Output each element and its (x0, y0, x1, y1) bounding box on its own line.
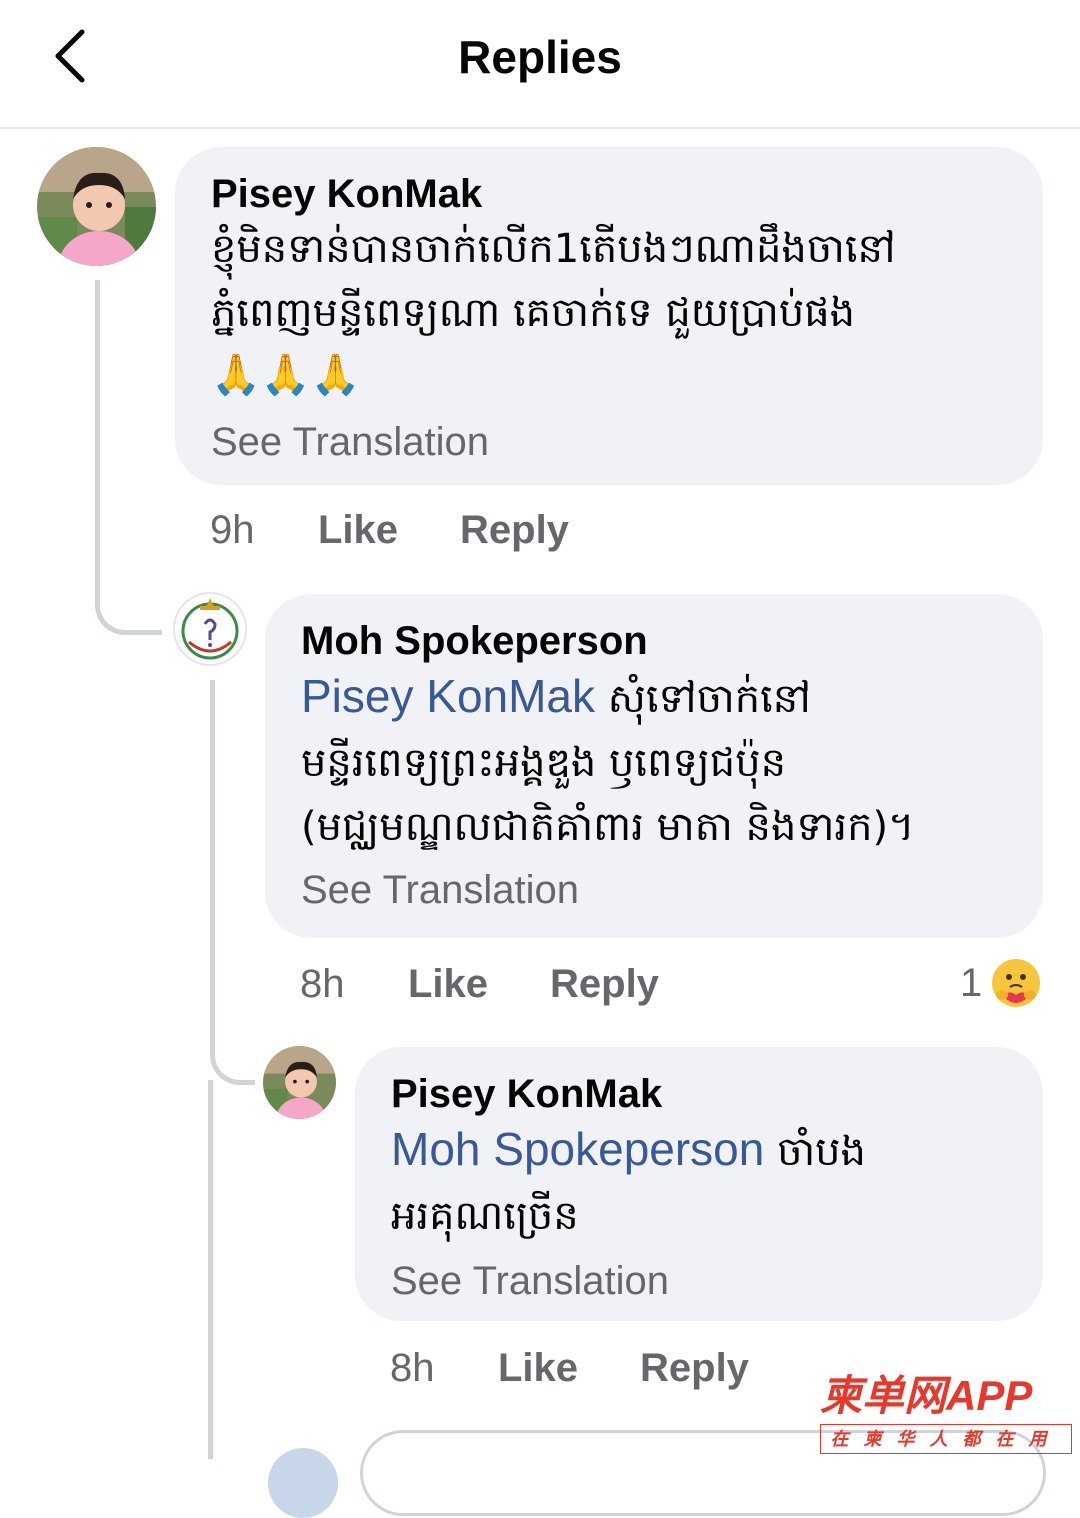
reply-bubble: Moh Spokeperson Pisey KonMak សុំទៅចាក់នៅ… (265, 594, 1043, 938)
comment-line: មន្ទីរពេទ្យព្រះអង្គឌួង ឫពេទ្យជប៉ុន (301, 740, 786, 786)
see-translation-link[interactable]: See Translation (301, 865, 914, 915)
reply-bubble: Pisey KonMak Moh Spokeperson ចាំបង អរគុណ… (355, 1047, 1043, 1321)
comment-time: 8h (300, 962, 345, 1006)
reply-button[interactable]: Reply (460, 508, 569, 553)
comment-time: 9h (210, 508, 255, 552)
avatar[interactable] (37, 147, 156, 266)
see-translation-link[interactable]: See Translation (391, 1256, 866, 1306)
top-bar: Replies (0, 0, 1080, 129)
comment-author[interactable]: Moh Spokeperson (301, 618, 914, 664)
reply-button[interactable]: Reply (550, 962, 659, 1007)
thread-connector (210, 680, 255, 1085)
watermark-tagline: 在柬华人都在用 (820, 1424, 1072, 1454)
comment-line: ខ្ញុំមិនទាន់បានចាក់លើក1តើបងៗណាដឹងចានៅ (211, 226, 896, 272)
see-translation-link[interactable]: See Translation (211, 417, 896, 467)
like-button[interactable]: Like (318, 508, 398, 553)
watermark-logo: 柬单网APP 在柬华人都在用 (820, 1372, 1076, 1456)
thread-connector (208, 1080, 218, 1459)
comment-line: ភ្នំពេញមន្ទីពេទ្យណា គេចាក់ទេ ជួយប្រាប់ផង (211, 290, 855, 336)
comment-line: អរគុណច្រើន (391, 1193, 579, 1239)
reaction-summary[interactable]: 1 (960, 956, 1042, 1010)
mention-link[interactable]: Pisey KonMak (301, 670, 595, 722)
like-button[interactable]: Like (408, 962, 488, 1007)
reaction-count: 1 (960, 960, 983, 1005)
comment-author[interactable]: Pisey KonMak (211, 171, 896, 217)
comment-line: Pisey KonMak សុំទៅចាក់នៅ (301, 664, 914, 731)
avatar[interactable] (173, 592, 247, 666)
comment-line: (មជ្ឈមណ្ឌលជាតិគាំពារ មាតា និងទារក)។ (301, 804, 915, 850)
comment-text: សុំទៅចាក់នៅ (607, 676, 811, 722)
comment-time: 8h (390, 1346, 435, 1390)
ministry-logo-avatar (181, 598, 239, 660)
reply-button[interactable]: Reply (640, 1346, 749, 1391)
comment-text: ចាំបង (777, 1129, 866, 1175)
like-button[interactable]: Like (498, 1346, 578, 1391)
watermark-title: 柬单网APP (820, 1372, 1033, 1419)
comment-author[interactable]: Pisey KonMak (391, 1071, 866, 1117)
child-photo-avatar (37, 147, 156, 266)
thread-connector (95, 280, 162, 635)
comment-line: Moh Spokeperson ចាំបង (391, 1117, 866, 1184)
child-photo-avatar (263, 1046, 336, 1119)
comment-bubble: Pisey KonMak ខ្ញុំមិនទាន់បានចាក់លើក1តើបង… (175, 147, 1043, 485)
mention-link[interactable]: Moh Spokeperson (391, 1123, 764, 1175)
care-emoji-icon (992, 959, 1041, 1007)
avatar[interactable] (263, 1046, 336, 1119)
page-title: Replies (458, 31, 622, 83)
praying-hands-emoji: 🙏🙏🙏 (211, 352, 361, 398)
